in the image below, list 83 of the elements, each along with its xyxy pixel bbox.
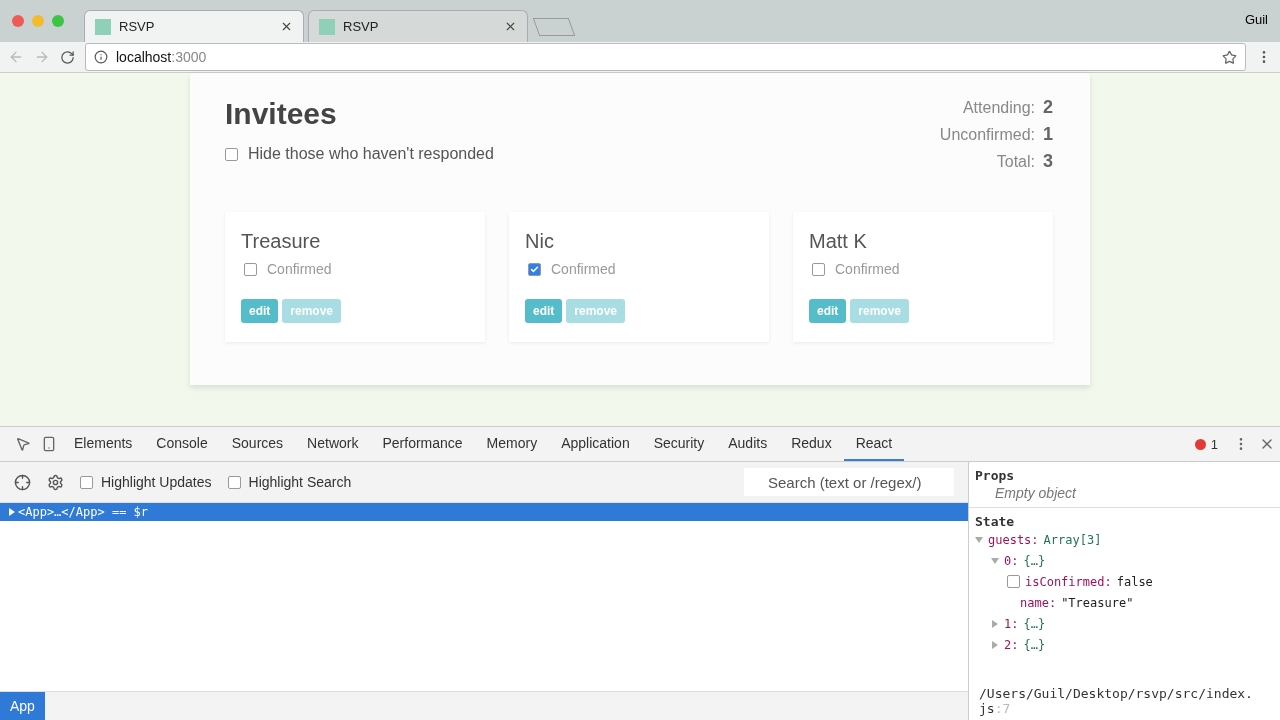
state-key: guests: xyxy=(988,532,1039,547)
url-text: localhost:3000 xyxy=(116,49,207,65)
device-icon[interactable] xyxy=(41,436,57,452)
breadcrumb[interactable]: App xyxy=(0,692,45,720)
check-icon xyxy=(530,264,539,274)
maximize-window-icon[interactable] xyxy=(52,15,64,27)
state-key: 1: xyxy=(1004,616,1019,631)
checkbox-label: Confirmed xyxy=(551,261,616,277)
stat-value: 3 xyxy=(1043,151,1054,172)
checkbox-label: Highlight Search xyxy=(248,474,352,490)
favicon-icon xyxy=(319,18,335,35)
devtools-tab[interactable]: Application xyxy=(549,427,642,461)
devtools-tab[interactable]: Network xyxy=(295,427,371,461)
guest-name: Treasure xyxy=(241,230,322,253)
stat-value: 2 xyxy=(1043,97,1054,118)
close-window-icon[interactable] xyxy=(12,15,24,27)
section-title: Props xyxy=(974,467,1016,483)
close-icon[interactable] xyxy=(504,20,517,33)
address-bar[interactable]: localhost:3000 xyxy=(85,43,1246,71)
guest-name: Nic xyxy=(525,230,555,253)
collapse-triangle-icon[interactable] xyxy=(975,535,983,544)
expand-triangle-icon[interactable] xyxy=(991,640,999,649)
devtools-tab[interactable]: Console xyxy=(144,427,220,461)
state-key: name: xyxy=(1020,595,1057,610)
checkbox[interactable] xyxy=(225,147,238,161)
checkbox[interactable] xyxy=(1007,575,1020,588)
devtools-tab[interactable]: Elements xyxy=(62,427,145,461)
stat-label: Attending: xyxy=(962,99,1035,117)
search-field[interactable]: Search (text or /regex/) xyxy=(744,468,954,496)
empty-note: Empty object xyxy=(969,483,1280,508)
state-value: {…} xyxy=(1023,553,1046,568)
tab-title: RSVP xyxy=(343,19,380,34)
favicon-icon xyxy=(95,18,111,35)
new-tab-button[interactable] xyxy=(532,18,576,36)
tab-title: RSVP xyxy=(119,19,156,34)
section-title: State xyxy=(974,513,1016,529)
checkbox-label: Confirmed xyxy=(835,261,900,277)
target-icon[interactable] xyxy=(14,473,31,491)
source-path[interactable]: /Users/Guil/Desktop/rsvp/src/index.js:7 xyxy=(969,686,1269,720)
error-count[interactable]: 1 xyxy=(1194,427,1218,461)
browser-tab[interactable]: RSVP xyxy=(308,10,528,42)
checkbox-label: Hide those who haven't responded xyxy=(248,145,494,163)
checkbox[interactable] xyxy=(227,475,241,489)
guest-name: Matt K xyxy=(809,230,868,253)
state-value: Array[3] xyxy=(1043,532,1102,547)
info-icon[interactable] xyxy=(94,50,108,64)
checkbox[interactable] xyxy=(528,262,541,276)
reload-icon[interactable] xyxy=(60,49,75,65)
expand-triangle-icon[interactable] xyxy=(991,619,999,628)
checkbox-label: Highlight Updates xyxy=(101,474,212,490)
checkbox[interactable] xyxy=(244,262,257,276)
inspect-icon[interactable] xyxy=(15,436,31,452)
devtools-tab[interactable]: Sources xyxy=(219,427,296,461)
state-key: isConfirmed: xyxy=(1025,574,1112,589)
state-key: 2: xyxy=(1004,637,1019,652)
devtools-tab[interactable]: Audits xyxy=(716,427,780,461)
state-value: "Treasure" xyxy=(1061,595,1134,610)
settings-icon[interactable] xyxy=(47,473,64,491)
state-key: 0: xyxy=(1004,553,1019,568)
devtools-tab[interactable]: Performance xyxy=(370,427,475,461)
collapse-triangle-icon[interactable] xyxy=(991,556,999,565)
state-value: {…} xyxy=(1023,637,1046,652)
browser-tab[interactable]: RSVP xyxy=(84,10,304,42)
devtools-tab[interactable]: Memory xyxy=(474,427,550,461)
close-icon[interactable] xyxy=(280,20,293,33)
profile-name[interactable]: Guil xyxy=(1244,12,1268,27)
stat-value: 1 xyxy=(1043,124,1054,145)
checkbox[interactable] xyxy=(812,262,825,276)
state-value: {…} xyxy=(1023,616,1046,631)
checkbox[interactable] xyxy=(80,475,93,489)
forward-arrow-icon[interactable] xyxy=(34,49,50,65)
tree-row[interactable]: <App>…</App> == $r xyxy=(0,503,968,521)
checkbox-label: Confirmed xyxy=(267,261,332,277)
devtools-tab[interactable]: Security xyxy=(641,427,717,461)
expand-triangle-icon[interactable] xyxy=(8,508,16,516)
star-icon[interactable] xyxy=(1222,49,1237,65)
devtools-tab[interactable]: Redux xyxy=(779,427,844,461)
page-heading: Invitees xyxy=(225,97,338,131)
error-number: 1 xyxy=(1210,436,1218,452)
stat-label: Unconfirmed: xyxy=(939,126,1035,144)
stat-label: Total: xyxy=(996,153,1035,171)
error-icon xyxy=(1194,438,1206,450)
state-value: false xyxy=(1116,574,1153,589)
